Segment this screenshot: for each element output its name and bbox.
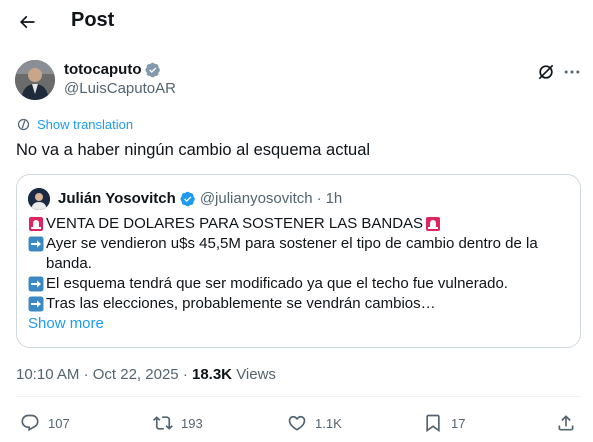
post-date[interactable]: Oct 22, 2025 (93, 366, 179, 383)
quote-line-text: El esquema tendrá que ser modificado ya … (46, 275, 508, 292)
verified-badge-icon (145, 62, 161, 77)
repost-icon (153, 416, 173, 430)
show-more-link[interactable]: Show more (28, 314, 568, 334)
quote-header: Julián Yosovitch @julianyosovitch · 1h (58, 190, 342, 207)
tweet-text: No va a haber ningún cambio al esquema a… (16, 141, 371, 159)
right-arrow-icon (28, 236, 44, 252)
avatar[interactable] (15, 60, 55, 100)
like-count: 1.1K (315, 415, 342, 431)
quote-body: VENTA DE DOLARES PARA SOSTENER LAS BANDA… (28, 214, 568, 334)
share-icon (558, 415, 574, 431)
back-button[interactable] (12, 7, 42, 37)
views-label: Views (236, 366, 276, 383)
author-display-name: totocaputo (64, 61, 142, 78)
quote-avatar[interactable] (28, 188, 50, 210)
bookmark-icon (426, 414, 440, 433)
quote-line: VENTA DE DOLARES PARA SOSTENER LAS BANDA… (28, 214, 568, 234)
more-options-button[interactable] (562, 62, 582, 82)
post-header: Post (0, 0, 593, 44)
page-title: Post (71, 9, 115, 31)
arrow-left-icon (19, 15, 35, 29)
divider (16, 396, 581, 397)
grok-button[interactable] (536, 62, 556, 82)
views-count: 18.3K (191, 366, 233, 383)
repost-button[interactable]: 193 (153, 413, 203, 433)
separator-dot: · (316, 190, 322, 207)
repost-count: 193 (181, 415, 203, 431)
ellipsis-icon (564, 70, 580, 74)
quote-timestamp[interactable]: 1h (326, 190, 343, 207)
quote-line: Ayer se vendieron u$s 45,5M para sostene… (28, 234, 568, 274)
bookmark-count: 17 (451, 415, 466, 431)
reply-count: 107 (48, 415, 70, 431)
quoted-post[interactable]: Julián Yosovitch @julianyosovitch · 1h V… (16, 174, 581, 348)
post-meta: 10:10 AM · Oct 22, 2025 · 18.3K Views (16, 366, 276, 383)
quote-author-name[interactable]: Julián Yosovitch (58, 190, 176, 207)
translate-icon (17, 118, 30, 131)
share-button[interactable] (556, 413, 576, 433)
right-arrow-icon (28, 276, 44, 292)
reply-button[interactable]: 107 (20, 413, 70, 433)
show-translation-label: Show translation (37, 117, 134, 132)
reply-icon (21, 414, 39, 432)
separator-dot: · (182, 366, 188, 383)
separator-dot: · (83, 366, 89, 383)
quote-author-handle[interactable]: @julianyosovitch (200, 190, 313, 207)
post-time[interactable]: 10:10 AM (16, 366, 79, 383)
author-name[interactable]: totocaputo (64, 61, 161, 78)
bookmark-button[interactable]: 17 (423, 413, 465, 433)
quote-line: Tras las elecciones, probablemente se ve… (28, 294, 568, 314)
like-button[interactable]: 1.1K (287, 413, 342, 433)
quote-line-text: Ayer se vendieron u$s 45,5M para sostene… (46, 235, 538, 272)
quote-line: El esquema tendrá que ser modificado ya … (28, 274, 568, 294)
quote-line-text: Tras las elecciones, probablemente se ve… (46, 295, 436, 312)
grok-icon (538, 64, 554, 80)
right-arrow-icon (28, 296, 44, 312)
verified-badge-icon (180, 191, 195, 206)
police-light-icon (426, 217, 441, 231)
show-translation-link[interactable]: Show translation (16, 117, 133, 132)
quote-line-text: VENTA DE DOLARES PARA SOSTENER LAS BANDA… (46, 215, 424, 232)
heart-icon (288, 415, 306, 431)
police-light-icon (29, 217, 43, 231)
author-handle[interactable]: @LuisCaputoAR (64, 80, 176, 97)
